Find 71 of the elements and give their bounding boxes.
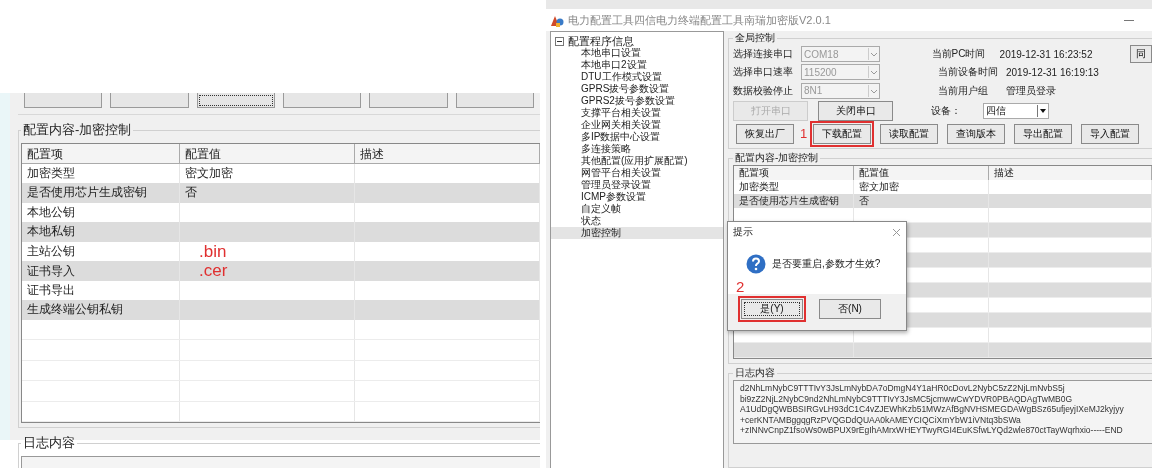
field-label: 数据校验停止 — [733, 83, 794, 98]
action-button[interactable]: 查询版本 — [947, 123, 1006, 144]
device-select[interactable]: 四信 — [983, 102, 1049, 119]
tree-item[interactable]: 状态 — [551, 215, 723, 227]
tree-item[interactable]: 多连接策略 — [551, 143, 723, 155]
step-number: 2 — [736, 278, 745, 295]
window-title: 电力配置工具四信电力终端配置工具南瑞加密版V2.0.1 — [568, 12, 832, 28]
tree-item[interactable]: 其他配置(应用扩展配置) — [551, 155, 723, 167]
tree-item[interactable]: ICMP参数设置 — [551, 191, 723, 203]
group-title: 日志内容 — [22, 434, 76, 452]
table-cell: 否 — [180, 183, 355, 203]
log-line: +cerKNTAMBggqgRzPVQGDdQUAA0kAMEYCIQCiXmYbW1iVNtq3bSWa — [740, 414, 1022, 425]
minimize-button[interactable] — [1124, 19, 1134, 21]
column-header[interactable]: 描述 — [355, 144, 540, 164]
close-icon[interactable] — [892, 227, 901, 237]
tree-label: 配置程序信息 — [568, 33, 634, 47]
tree-item[interactable]: 企业网关相关设置 — [551, 119, 723, 131]
field-label: 当前设备时间 — [938, 65, 999, 79]
tree-item[interactable]: 网管平台相关设置 — [551, 167, 723, 179]
collapse-icon[interactable] — [555, 36, 564, 46]
caret-icon — [868, 48, 879, 60]
tree-item[interactable]: 管理员登录设置 — [551, 179, 723, 191]
config-table[interactable]: 配置项 配置值 描述 加密类型 密文加密 是否使用芯片生成密钥 否 本地公钥 本地私钥 主站公钥 .bin 证书导入 .cer 证书导出 生成终端公钥私钥 — [21, 143, 540, 423]
field-label: 设备： — [931, 103, 962, 118]
tree-item[interactable]: 多IP数据中心设置 — [551, 131, 723, 143]
tree-item[interactable]: 支撑平台相关设置 — [551, 107, 723, 119]
action-button[interactable]: 读取配置 — [880, 123, 939, 144]
caret-icon — [1037, 104, 1048, 117]
tree-item[interactable]: 配置程序信息 — [551, 35, 723, 47]
column-header[interactable]: 配置项 — [22, 144, 180, 164]
log-line: +zINNvCnpZ1fsoWs0wBPUX9rEgIhAMrxWHEYTwyRGI4EuKSfwLYQd2wle870ctTayWqrhxio-----END — [740, 425, 1124, 436]
field-label: 当前用户组 — [938, 83, 989, 98]
group-title: 全局控制 — [734, 31, 776, 45]
info-value: 管理员登录 — [1006, 83, 1057, 98]
tree-item[interactable]: 自定义帧 — [551, 203, 723, 215]
dialog-button[interactable]: 是(Y) — [741, 299, 803, 319]
close-port-button[interactable]: 关闭串口 — [818, 100, 893, 121]
dialog-button[interactable]: 否(N) — [819, 299, 881, 319]
dialog-message: 是否要重启,参数才生效? — [772, 257, 881, 271]
group-title: 配置内容-加密控制 — [22, 121, 133, 139]
table-cell: 生成终端公钥私钥 — [22, 300, 180, 320]
tree-item[interactable]: GPRS2拔号参数设置 — [551, 95, 723, 107]
field-label: 选择串口速率 — [733, 65, 794, 79]
action-button[interactable]: 下载配置 — [813, 123, 872, 144]
action-button[interactable]: 恢复出厂 — [736, 123, 794, 144]
tree-item[interactable]: 加密控制 — [551, 227, 723, 239]
step-number: 1 — [800, 126, 808, 141]
toolbar-button[interactable] — [196, 93, 275, 108]
dialog-title: 提示 — [733, 225, 753, 239]
table-cell: 是否使用芯片生成密钥 — [22, 183, 180, 203]
tree-item[interactable]: DTU工作模式设置 — [551, 71, 723, 83]
column-header[interactable]: 配置值 — [180, 144, 355, 164]
field-label: 当前PC时间 — [931, 47, 987, 61]
action-button[interactable]: 导出配置 — [1014, 123, 1073, 144]
field-label: 选择连接串口 — [733, 47, 794, 61]
group-title: 配置内容-加密控制 — [734, 151, 820, 165]
log-line: d2NhLmNybC9TTTIvY3JsLmNybDA7oDmgN4Y1aHR0cDovL2NybC5zZ2NjLmNvbS5j — [740, 383, 1066, 394]
tree-item[interactable]: 本地串口2设置 — [551, 59, 723, 71]
info-value: 2019-12-31 16:23:52 — [999, 48, 1094, 60]
sync-button[interactable]: 同 — [1130, 45, 1152, 63]
action-button[interactable]: 导入配置 — [1081, 123, 1140, 144]
table-cell: 本地私钥 — [22, 222, 180, 242]
question-icon — [746, 254, 766, 274]
caret-icon — [868, 84, 879, 97]
tree-item[interactable]: GPRS拔号参数设置 — [551, 83, 723, 95]
info-value: 2019-12-31 16:19:13 — [1006, 66, 1100, 78]
log-line: bi9zZ2NjL2NybC9nd2NhLmNybC9TTTIvY3JsMC5jcmwwCwYDVR0PBAQDAgTwMB0G — [740, 393, 1074, 404]
log-line: A1UdDgQWBBSIRGvLH93dC1C4vZJEWhKzb51MWzAfBgNVHSMEGDAWgBSz65ufjeyjIXeMJ2kyjyy — [740, 404, 1125, 415]
caret-icon — [868, 66, 879, 78]
tree-item[interactable]: 本地串口设置 — [551, 47, 723, 59]
group-title: 日志内容 — [734, 366, 776, 380]
